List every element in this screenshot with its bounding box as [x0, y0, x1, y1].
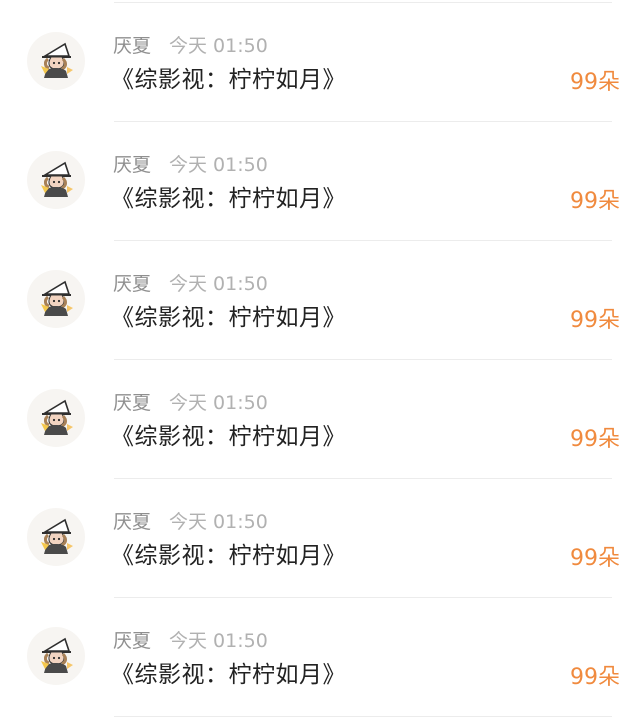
list-item[interactable]: 厌夏 今天 01:50 《综影视：柠柠如月》 99朵	[0, 3, 640, 122]
username[interactable]: 厌夏	[113, 510, 151, 534]
avatar[interactable]	[27, 389, 85, 447]
book-title[interactable]: 《综影视：柠柠如月》	[111, 423, 346, 451]
avatar[interactable]	[27, 627, 85, 685]
list-item[interactable]: 厌夏 今天 01:50 《综影视：柠柠如月》 99朵	[0, 360, 640, 479]
list-item[interactable]: 厌夏 今天 01:50 《综影视：柠柠如月》 99朵	[0, 598, 640, 717]
username[interactable]: 厌夏	[113, 629, 151, 653]
gift-count: 99朵	[570, 308, 620, 333]
message-meta: 厌夏 今天 01:50	[113, 272, 268, 296]
timestamp: 今天 01:50	[169, 154, 268, 176]
message-meta: 厌夏 今天 01:50	[113, 510, 268, 534]
avatar[interactable]	[27, 32, 85, 90]
gift-feed-list: 厌夏 今天 01:50 《综影视：柠柠如月》 99朵 厌夏 今天 01:50 《…	[0, 0, 640, 726]
message-meta: 厌夏 今天 01:50	[113, 629, 268, 653]
book-title[interactable]: 《综影视：柠柠如月》	[111, 304, 346, 332]
username[interactable]: 厌夏	[113, 391, 151, 415]
row-divider	[114, 716, 612, 717]
username[interactable]: 厌夏	[113, 153, 151, 177]
cartoon-witch-avatar-icon	[41, 280, 73, 316]
message-meta: 厌夏 今天 01:50	[113, 34, 268, 58]
timestamp: 今天 01:50	[169, 630, 268, 652]
message-meta: 厌夏 今天 01:50	[113, 153, 268, 177]
timestamp: 今天 01:50	[169, 35, 268, 57]
avatar[interactable]	[27, 508, 85, 566]
book-title[interactable]: 《综影视：柠柠如月》	[111, 185, 346, 213]
timestamp: 今天 01:50	[169, 511, 268, 533]
list-item[interactable]: 厌夏 今天 01:50 《综影视：柠柠如月》 99朵	[0, 479, 640, 598]
cartoon-witch-avatar-icon	[41, 637, 73, 673]
cartoon-witch-avatar-icon	[41, 161, 73, 197]
message-meta: 厌夏 今天 01:50	[113, 391, 268, 415]
gift-count: 99朵	[570, 70, 620, 95]
cartoon-witch-avatar-icon	[41, 518, 73, 554]
list-item[interactable]: 厌夏 今天 01:50 《综影视：柠柠如月》 99朵	[0, 122, 640, 241]
gift-count: 99朵	[570, 189, 620, 214]
username[interactable]: 厌夏	[113, 34, 151, 58]
timestamp: 今天 01:50	[169, 273, 268, 295]
list-item[interactable]: 厌夏 今天 01:50 《综影视：柠柠如月》 99朵	[0, 241, 640, 360]
book-title[interactable]: 《综影视：柠柠如月》	[111, 661, 346, 689]
book-title[interactable]: 《综影视：柠柠如月》	[111, 66, 346, 94]
username[interactable]: 厌夏	[113, 272, 151, 296]
cartoon-witch-avatar-icon	[41, 42, 73, 78]
cartoon-witch-avatar-icon	[41, 399, 73, 435]
gift-count: 99朵	[570, 665, 620, 690]
book-title[interactable]: 《综影视：柠柠如月》	[111, 542, 346, 570]
gift-count: 99朵	[570, 546, 620, 571]
timestamp: 今天 01:50	[169, 392, 268, 414]
avatar[interactable]	[27, 151, 85, 209]
avatar[interactable]	[27, 270, 85, 328]
gift-count: 99朵	[570, 427, 620, 452]
